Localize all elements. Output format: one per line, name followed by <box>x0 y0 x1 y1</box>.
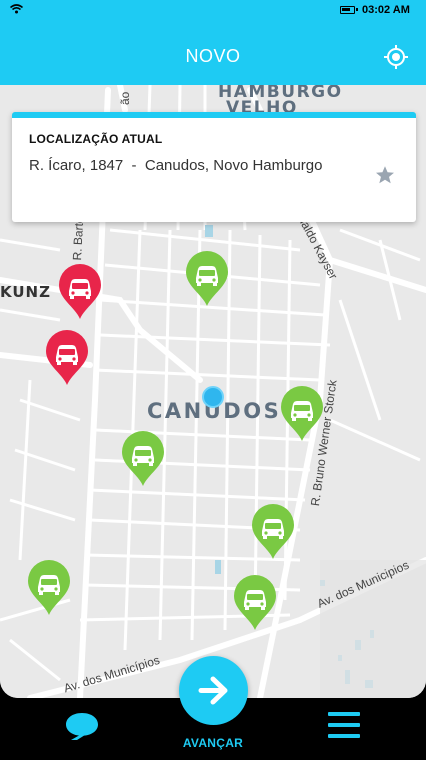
arrow-right-icon <box>198 676 228 705</box>
car-pin-unavailable[interactable] <box>44 329 90 387</box>
current-address: R. Ícaro, 1847 - Canudos, Novo Hamburgo <box>29 157 323 174</box>
status-time: 03:02 AM <box>362 4 410 16</box>
current-location-label: LOCALIZAÇÃO ATUAL <box>29 132 163 146</box>
car-pin-available[interactable] <box>279 385 325 443</box>
status-bar: 03:02 AM <box>0 0 426 22</box>
battery-icon <box>340 6 358 14</box>
crosshair-icon[interactable] <box>382 43 410 71</box>
street-label-joao: ão <box>118 91 132 105</box>
car-pin-available[interactable] <box>250 503 296 561</box>
star-icon[interactable] <box>374 164 396 186</box>
current-location-dot <box>202 386 224 408</box>
chat-bubble-icon[interactable] <box>64 710 100 742</box>
app-header: 03:02 AM NOVO <box>0 0 426 85</box>
car-pin-available[interactable] <box>232 574 278 632</box>
advance-label[interactable]: AVANÇAR <box>163 736 263 750</box>
car-pin-available[interactable] <box>120 430 166 488</box>
advance-button[interactable] <box>179 656 248 725</box>
wifi-icon <box>10 4 23 14</box>
car-pin-available[interactable] <box>184 250 230 308</box>
hamburger-menu-icon[interactable] <box>328 712 360 740</box>
car-pin-unavailable[interactable] <box>57 263 103 321</box>
map-label-kunz: KUNZ <box>0 283 51 301</box>
current-location-card[interactable]: LOCALIZAÇÃO ATUAL R. Ícaro, 1847 - Canud… <box>12 112 416 222</box>
car-pin-available[interactable] <box>26 559 72 617</box>
screen: HAMBURGO VELHO CANUDOS KUNZ R. Bartolome… <box>0 0 426 760</box>
page-title: NOVO <box>185 46 241 66</box>
